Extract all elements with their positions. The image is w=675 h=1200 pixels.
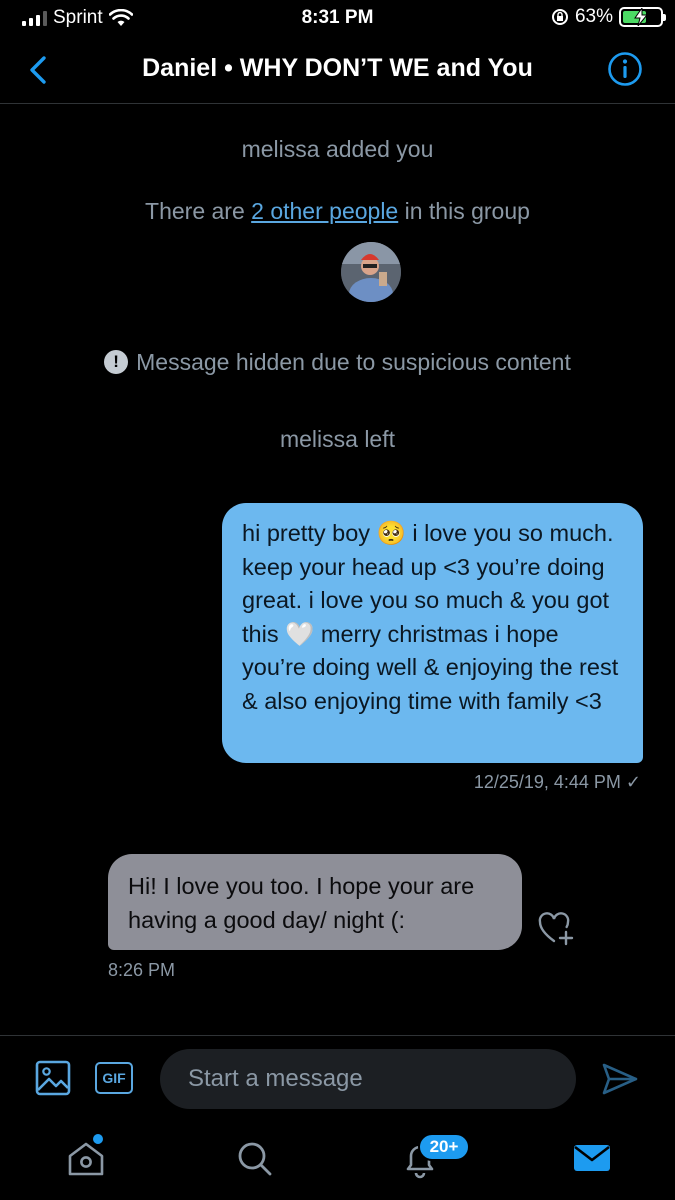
info-icon	[608, 52, 642, 86]
send-button[interactable]	[600, 1059, 640, 1099]
incoming-text: Hi! I love you too. I hope your are havi…	[128, 873, 475, 933]
group-members-suffix: in this group	[398, 198, 530, 224]
add-reaction-button[interactable]	[537, 910, 577, 946]
incoming-message-bubble[interactable]: Hi! I love you too. I hope your are havi…	[108, 854, 522, 950]
avatar-image	[341, 242, 401, 302]
mail-icon	[574, 1145, 610, 1171]
battery-percent: 63%	[574, 6, 613, 27]
home-new-content-dot	[93, 1134, 103, 1144]
gif-label: GIF	[102, 1070, 126, 1086]
conversation-title[interactable]: Daniel • WHY DON’T WE and You	[80, 54, 595, 83]
hidden-message-notice: ! Message hidden due to suspicious conte…	[0, 346, 675, 376]
group-members-link[interactable]: 2 other people	[251, 198, 398, 224]
bottom-tab-bar	[0, 1120, 675, 1200]
send-icon	[602, 1063, 638, 1095]
media-button[interactable]	[34, 1059, 72, 1097]
notifications-badge: 20+	[418, 1133, 470, 1161]
chevron-left-icon	[30, 56, 46, 84]
pleading-face-emoji: 🥺	[376, 520, 406, 546]
dm-conversation-screen: Sprint 8:31 PM 63% Daniel • WHY DON’T WE…	[0, 0, 675, 1200]
gif-button[interactable]: GIF	[95, 1062, 133, 1094]
conversation-header: Daniel • WHY DON’T WE and You	[0, 36, 675, 104]
left-notice: melissa left	[279, 426, 396, 452]
outgoing-timestamp: 12/25/19, 4:44 PM ✓	[473, 772, 641, 792]
info-button[interactable]	[607, 51, 643, 87]
white-heart-emoji: 🤍	[285, 620, 315, 647]
back-button[interactable]	[20, 50, 60, 90]
search-icon	[238, 1142, 272, 1176]
hidden-message-text: Message hidden due to suspicious content	[136, 348, 571, 375]
incoming-timestamp: 8:26 PM	[108, 960, 176, 980]
battery-group: 63%	[551, 6, 666, 28]
tab-search[interactable]	[232, 1136, 276, 1180]
orientation-lock-icon	[551, 9, 568, 25]
message-composer: GIF	[0, 1035, 675, 1120]
message-input[interactable]	[160, 1049, 576, 1109]
status-bar: Sprint 8:31 PM 63%	[0, 0, 675, 36]
battery-icon	[619, 7, 666, 27]
image-icon	[35, 1060, 71, 1096]
outgoing-message-bubble[interactable]: hi pretty boy 🥺 i love you so much. keep…	[222, 503, 643, 763]
alert-icon: !	[104, 350, 129, 374]
group-members-notice: There are 2 other people in this group	[0, 198, 675, 225]
group-member-avatar[interactable]	[341, 242, 401, 302]
outgoing-text-part-1: hi pretty boy	[242, 520, 377, 546]
tab-messages[interactable]	[570, 1136, 614, 1180]
added-notice: melissa added you	[241, 136, 434, 162]
group-members-prefix: There are	[145, 198, 252, 224]
heart-plus-icon	[538, 912, 574, 946]
